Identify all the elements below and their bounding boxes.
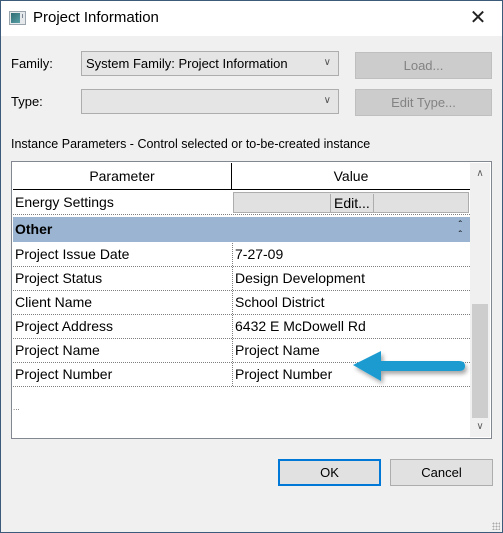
parameter-value[interactable]: 6432 E McDowell Rd: [232, 315, 470, 338]
type-dropdown[interactable]: ∨: [81, 89, 339, 114]
scroll-up-icon[interactable]: ∧: [470, 165, 490, 183]
instance-parameters-label: Instance Parameters - Control selected o…: [11, 137, 371, 151]
energy-settings-edit-cell[interactable]: Edit...: [233, 192, 469, 213]
grid-row[interactable]: Project Address 6432 E McDowell Rd: [13, 315, 470, 339]
grid-row[interactable]: Project Status Design Development: [13, 267, 470, 291]
grid-row[interactable]: Client Name School District: [13, 291, 470, 315]
grid-header: Parameter Value: [13, 163, 470, 190]
type-label: Type:: [11, 94, 43, 109]
group-label: Other: [15, 221, 53, 237]
parameter-name: Project Name: [15, 342, 100, 358]
scroll-down-icon[interactable]: ∨: [470, 418, 490, 436]
column-header-value: Value: [333, 168, 369, 184]
family-dropdown-value: System Family: Project Information: [86, 56, 288, 71]
family-label: Family:: [11, 56, 53, 71]
ok-button[interactable]: OK: [278, 459, 381, 486]
scrollbar-thumb[interactable]: [472, 304, 488, 418]
group-header-other[interactable]: Other ˆˆ: [13, 217, 470, 242]
grid-row[interactable]: Project Issue Date 7-27-09: [13, 243, 470, 267]
collapse-icon[interactable]: ˆˆ: [459, 221, 462, 241]
chevron-down-icon: ∨: [323, 57, 331, 68]
energy-settings-edit-button[interactable]: Edit...: [330, 194, 374, 212]
app-icon: [9, 11, 26, 25]
grid-row-energy-settings: Energy Settings Edit...: [13, 191, 470, 215]
parameter-name: Client Name: [15, 294, 93, 310]
family-dropdown[interactable]: System Family: Project Information ∨: [81, 51, 339, 76]
ellipsis-marker: ...: [13, 403, 20, 412]
chevron-down-icon: ∨: [323, 95, 331, 106]
title-bar: Project Information ✕: [1, 1, 502, 36]
parameter-value[interactable]: School District: [232, 291, 470, 314]
edit-type-button[interactable]: Edit Type...: [355, 89, 492, 116]
parameter-name: Project Number: [15, 366, 113, 382]
project-information-dialog: Project Information ✕ Family: System Fam…: [0, 0, 503, 533]
vertical-scrollbar[interactable]: ∧ ∨: [470, 163, 490, 437]
cancel-button[interactable]: Cancel: [390, 459, 493, 486]
properties-grid: Parameter Value Energy Settings Edit... …: [11, 161, 492, 439]
parameter-name: Project Issue Date: [15, 246, 130, 262]
parameter-name: Project Address: [15, 318, 114, 334]
window-title: Project Information: [33, 9, 159, 26]
parameter-name: Project Status: [15, 270, 103, 286]
annotation-arrow-icon: [353, 351, 465, 381]
parameter-value[interactable]: 7-27-09: [232, 243, 470, 266]
column-header-parameter: Parameter: [13, 163, 232, 189]
close-icon[interactable]: ✕: [468, 8, 488, 28]
parameter-value[interactable]: Design Development: [232, 267, 470, 290]
load-button[interactable]: Load...: [355, 52, 492, 79]
parameter-name: Energy Settings: [15, 194, 114, 210]
resize-grip[interactable]: [492, 522, 500, 530]
